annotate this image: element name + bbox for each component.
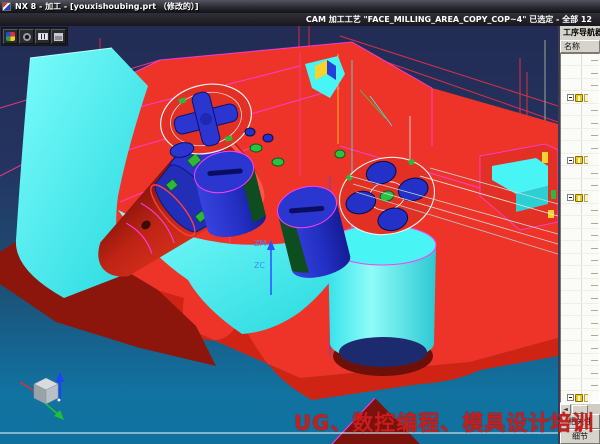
operation-tree-item[interactable] bbox=[561, 92, 599, 104]
tree-row[interactable] bbox=[561, 304, 599, 316]
operation-tree-item[interactable] bbox=[561, 192, 599, 204]
details-section-button[interactable]: 细节 bbox=[560, 429, 600, 444]
tree-row[interactable] bbox=[561, 117, 599, 129]
collapse-icon[interactable] bbox=[567, 194, 574, 201]
graphics-viewport[interactable]: ZM ZC bbox=[0, 26, 558, 444]
tree-horizontal-scrollbar[interactable]: ◄ bbox=[560, 403, 600, 414]
tree-row[interactable] bbox=[561, 242, 599, 254]
status-bar: CAM 加工工艺 "FACE_MILLING_AREA_COPY_COP~4" … bbox=[0, 13, 600, 26]
nx-logo-icon bbox=[2, 2, 11, 11]
dependencies-section-button[interactable]: 相关性 bbox=[560, 414, 600, 429]
operation-tree-item[interactable] bbox=[561, 154, 599, 166]
tree-row[interactable] bbox=[561, 217, 599, 229]
operation-status-icon bbox=[584, 156, 588, 164]
tree-row[interactable] bbox=[561, 379, 599, 391]
collapse-icon[interactable] bbox=[567, 394, 574, 401]
tree-row[interactable] bbox=[561, 354, 599, 366]
tree-row[interactable] bbox=[561, 267, 599, 279]
operation-icon bbox=[575, 194, 583, 202]
tree-row[interactable] bbox=[561, 204, 599, 216]
scroll-left-arrow-icon[interactable]: ◄ bbox=[560, 404, 571, 415]
tree-row[interactable] bbox=[561, 142, 599, 154]
window-title: NX 8 - 加工 - [youxishoubing.prt （修改的）] bbox=[15, 1, 198, 12]
tree-row[interactable] bbox=[561, 229, 599, 241]
tree-row[interactable] bbox=[561, 254, 599, 266]
collapse-icon[interactable] bbox=[567, 94, 574, 101]
operation-status-icon bbox=[584, 94, 588, 102]
wcs-label-zm: ZM bbox=[254, 239, 266, 248]
watermark-wedge bbox=[332, 398, 420, 444]
mold-3d-model[interactable]: ZM ZC bbox=[0, 26, 558, 444]
operation-status-icon bbox=[584, 194, 588, 202]
navigator-column-header[interactable]: 名称 bbox=[560, 40, 600, 53]
navigator-title: 工序导航器 bbox=[560, 26, 600, 40]
operation-tree-item[interactable] bbox=[561, 392, 599, 404]
operation-status-icon bbox=[584, 394, 588, 402]
palette-icon[interactable] bbox=[3, 29, 18, 44]
operation-icon bbox=[575, 94, 583, 102]
view-triad[interactable] bbox=[20, 372, 64, 420]
operation-icon bbox=[575, 394, 583, 402]
scrollbar-thumb[interactable] bbox=[572, 405, 588, 414]
tree-row[interactable] bbox=[561, 342, 599, 354]
nx-application-window: NX 8 - 加工 - [youxishoubing.prt （修改的）] CA… bbox=[0, 0, 600, 444]
tree-row[interactable] bbox=[561, 329, 599, 341]
tree-row[interactable] bbox=[561, 179, 599, 191]
operation-tree[interactable] bbox=[560, 53, 600, 403]
tree-row[interactable] bbox=[561, 317, 599, 329]
tree-row[interactable] bbox=[561, 67, 599, 79]
tree-row[interactable] bbox=[561, 367, 599, 379]
tree-row[interactable] bbox=[561, 167, 599, 179]
tree-row[interactable] bbox=[561, 79, 599, 91]
operation-icon bbox=[575, 156, 583, 164]
tree-row[interactable] bbox=[561, 129, 599, 141]
window-icon[interactable] bbox=[51, 29, 66, 44]
status-message: CAM 加工工艺 "FACE_MILLING_AREA_COPY_COP~4" … bbox=[306, 14, 592, 25]
tree-row[interactable] bbox=[561, 104, 599, 116]
grid-icon[interactable] bbox=[35, 29, 50, 44]
operation-navigator-panel: 工序导航器 名称 ◄ 相关性 细节 bbox=[558, 26, 600, 444]
title-bar: NX 8 - 加工 - [youxishoubing.prt （修改的）] bbox=[0, 0, 600, 13]
tree-row[interactable] bbox=[561, 292, 599, 304]
record-icon[interactable] bbox=[19, 29, 34, 44]
mini-toolbar bbox=[1, 27, 68, 46]
wcs-label-zc: ZC bbox=[254, 261, 265, 270]
tree-row[interactable] bbox=[561, 54, 599, 66]
tree-row[interactable] bbox=[561, 279, 599, 291]
collapse-icon[interactable] bbox=[567, 157, 574, 164]
